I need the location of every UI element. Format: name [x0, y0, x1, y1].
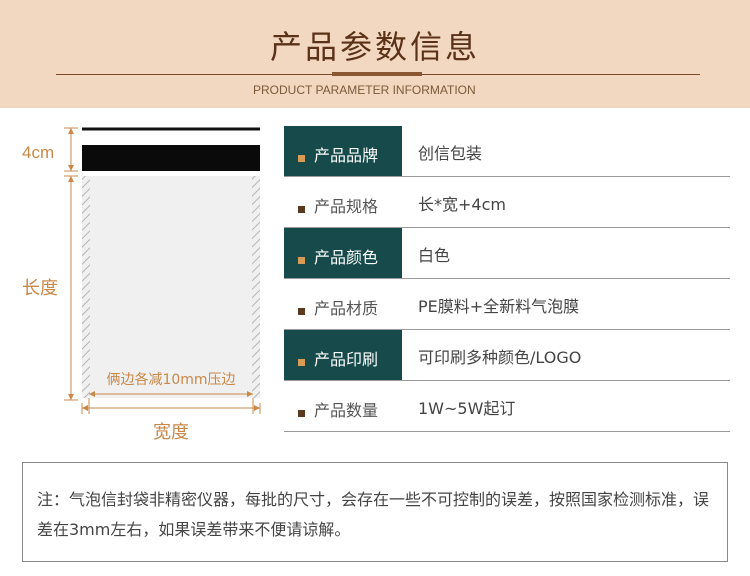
- tolerance-note-box: 注：气泡信封袋非精密仪器，每批的尺寸，会存在一些不可控制的误差，按照国家检测标准…: [22, 462, 728, 562]
- header-banner: 产品参数信息 PRODUCT PARAMETER INFORMATION: [0, 0, 750, 108]
- param-label-cell: 产品材质: [284, 279, 402, 329]
- seal-margin-label: 俩边各减10mm压边: [106, 372, 235, 388]
- left-seal-edge: [82, 176, 90, 398]
- bullet-icon: [298, 155, 305, 162]
- bullet-icon: [298, 359, 305, 366]
- param-label-cell: 产品颜色: [284, 228, 402, 278]
- param-label: 产品颜色: [314, 248, 379, 267]
- param-label: 产品规格: [314, 197, 379, 216]
- param-label-cell: 产品数量: [284, 381, 402, 431]
- page-title: 产品参数信息: [269, 28, 480, 66]
- bullet-icon: [298, 308, 305, 315]
- param-label: 产品品牌: [314, 146, 379, 165]
- param-label: 产品印刷: [314, 350, 379, 369]
- width-dimension-label: 宽度: [153, 422, 189, 443]
- param-row-brand: 产品品牌 创信包装: [284, 126, 730, 177]
- param-value: 1W~5W起订: [418, 399, 516, 418]
- param-value: 长*宽+4cm: [418, 195, 506, 214]
- flap-dimension-label: 4cm: [22, 143, 54, 162]
- param-value: 创信包装: [418, 144, 483, 163]
- param-row-color: 产品颜色 白色: [284, 228, 730, 279]
- bullet-icon: [298, 206, 305, 213]
- param-label-cell: 产品规格: [284, 177, 402, 227]
- bag-body: [82, 176, 260, 398]
- param-row-quantity: 产品数量 1W~5W起订: [284, 381, 730, 432]
- bag-diagram: 4cm 长度 宽度 俩边各减10mm压边: [0, 108, 280, 448]
- right-seal-edge: [252, 176, 260, 398]
- param-value: PE膜料+全新料气泡膜: [418, 297, 580, 316]
- parameter-table: 产品品牌 创信包装 产品规格 长*宽+4cm 产品颜色 白色 产品材质 PE膜料…: [284, 126, 730, 432]
- param-label: 产品材质: [314, 299, 379, 318]
- param-label-cell: 产品品牌: [284, 126, 402, 176]
- param-label: 产品数量: [314, 401, 379, 420]
- adhesive-strip: [82, 145, 260, 171]
- length-dimension-label: 长度: [22, 278, 58, 299]
- bullet-icon: [298, 410, 305, 417]
- param-label-cell: 产品印刷: [284, 330, 402, 380]
- param-value: 白色: [418, 246, 451, 265]
- page-subtitle: PRODUCT PARAMETER INFORMATION: [253, 83, 476, 97]
- header-accent-bar: [332, 72, 422, 76]
- bullet-icon: [298, 257, 305, 264]
- bag-illustration: 4cm 长度 宽度 俩边各减10mm压边: [22, 127, 261, 443]
- tolerance-note-text: 注：气泡信封袋非精密仪器，每批的尺寸，会存在一些不可控制的误差，按照国家检测标准…: [37, 490, 710, 539]
- param-row-material: 产品材质 PE膜料+全新料气泡膜: [284, 279, 730, 330]
- param-row-spec: 产品规格 长*宽+4cm: [284, 177, 730, 228]
- param-value: 可印刷多种颜色/LOGO: [418, 348, 582, 367]
- param-row-printing: 产品印刷 可印刷多种颜色/LOGO: [284, 330, 730, 381]
